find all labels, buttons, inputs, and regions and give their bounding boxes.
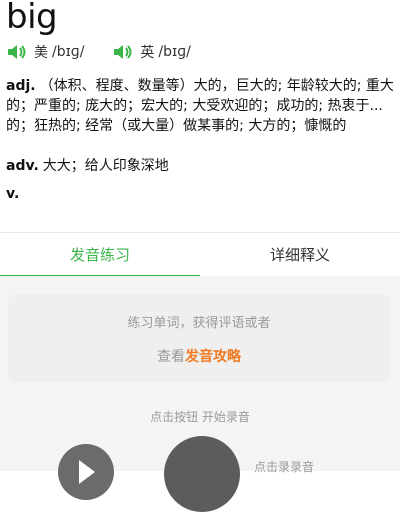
tab-pronunciation-practice[interactable]: 发音练习 [0,233,200,277]
definition-text: 大大；给人印象深地 [42,158,169,174]
part-of-speech: adv. [6,158,39,174]
headword: big [6,0,58,37]
pronunciation-region: 美 [34,45,48,61]
definition-adv: adv. 大大；给人印象深地 [6,156,394,176]
speaker-icon[interactable] [112,43,134,61]
play-button[interactable] [58,444,114,500]
practice-panel: 练习单词，获得评语或者 查看发音攻略 点击按钮 开始录音 点击录录音 [0,276,400,512]
pronunciation-region: 英 [140,45,155,61]
speaker-icon[interactable] [6,43,28,61]
guide-prefix: 查看 [157,349,185,365]
part-of-speech: v. [6,186,20,202]
pronunciation-row: 美 /bɪɡ/ 英 /bɪɡ/ [6,40,394,64]
practice-guide-line: 查看发音攻略 [8,346,390,366]
practice-info-card: 练习单词，获得评语或者 查看发音攻略 [8,294,390,382]
definition-text: （体积、程度、数量等）大的，巨大的; 年龄较大的; 重大的；严重的; 庞大的；宏… [6,78,394,134]
pronunciation-ipa: /bɪɡ/ [158,44,191,60]
pronunciation-guide-link[interactable]: 发音攻略 [185,349,241,365]
record-label: 点击录录音 [254,460,315,474]
record-hint: 点击按钮 开始录音 [150,410,250,424]
tab-bar: 发音练习 详细释义 [0,232,400,277]
pronunciation-ipa: /bɪɡ/ [52,44,85,60]
definition-v: v. [6,184,394,204]
tab-detailed-definition[interactable]: 详细释义 [200,233,400,275]
record-button[interactable] [164,436,240,512]
definitions: adj. （体积、程度、数量等）大的，巨大的; 年龄较大的; 重大的；严重的; 庞… [6,76,394,204]
practice-instruction: 练习单词，获得评语或者 [127,316,271,331]
pronunciation-us[interactable]: 美 /bɪɡ/ [6,42,84,62]
definition-adj: adj. （体积、程度、数量等）大的，巨大的; 年龄较大的; 重大的；严重的; 庞… [6,76,394,136]
pronunciation-uk[interactable]: 英 /bɪɡ/ [112,42,191,62]
word-header: big 美 /bɪɡ/ 英 /bɪɡ/ adj. （体积、程度、数量等）大的，巨大… [0,0,400,204]
part-of-speech: adj. [6,78,36,94]
